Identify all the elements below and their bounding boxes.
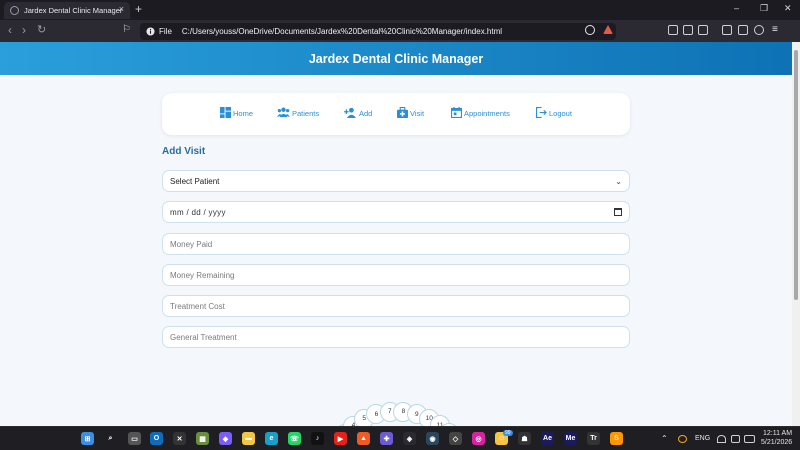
ghost-icon[interactable]: ☗ (518, 432, 531, 445)
tab-title: Jardex Dental Clinic Manager (24, 6, 123, 15)
nav-patients[interactable]: Patients (277, 107, 319, 118)
visit-date-field[interactable]: mm / dd / yyyy (162, 201, 630, 223)
sidebar-icon[interactable] (722, 25, 732, 35)
share-icon[interactable] (698, 25, 708, 35)
clock-date[interactable]: 5/21/2026 (761, 439, 792, 446)
instagram-icon[interactable]: ◎ (472, 432, 485, 445)
file-explorer-icon[interactable]: ▬ (242, 432, 255, 445)
language-indicator[interactable]: ENG (695, 435, 710, 442)
volume-icon[interactable] (731, 435, 740, 443)
outlook-icon[interactable]: O (150, 432, 163, 445)
section-title: Add Visit (162, 146, 206, 157)
close-window-button[interactable]: ✕ (784, 3, 792, 14)
forward-icon[interactable]: › (22, 24, 26, 36)
patient-select[interactable]: Select Patient ⌄ (162, 170, 630, 192)
dashboard-icon (220, 107, 231, 118)
nav-logout[interactable]: Logout (536, 107, 572, 118)
game-icon[interactable]: ◈ (403, 432, 416, 445)
scrollbar-thumb[interactable] (794, 50, 798, 300)
money-paid-input[interactable] (162, 233, 630, 255)
user-plus-icon (344, 107, 356, 118)
media-encoder-icon[interactable]: Me (564, 432, 577, 445)
battery-icon[interactable] (744, 435, 755, 443)
url-scheme: File (159, 27, 172, 36)
steam-icon[interactable]: ◉ (426, 432, 439, 445)
bookmark-icon[interactable]: ⚐ (122, 24, 131, 36)
main-nav: Home Patients Add Visit Appointments Log… (162, 93, 630, 135)
task-view-icon[interactable]: ▭ (128, 432, 141, 445)
after-effects-icon[interactable]: Ae (541, 432, 554, 445)
calendar-icon (451, 107, 462, 118)
url-text: C:/Users/youss/OneDrive/Documents/Jardex… (181, 27, 503, 36)
notification-badge: 99 (503, 430, 513, 436)
leo-icon[interactable] (754, 25, 764, 35)
search-icon[interactable]: ⌕ (104, 432, 117, 445)
chevron-down-icon: ⌄ (615, 176, 622, 186)
page-scrollbar[interactable] (792, 42, 800, 426)
nav-add-label: Add (359, 109, 373, 118)
browser-tab[interactable]: Jardex Dental Clinic Manager × (4, 2, 130, 19)
nav-home[interactable]: Home (220, 107, 253, 118)
nav-patients-label: Patients (292, 109, 320, 118)
extension-icon[interactable] (668, 25, 678, 35)
nav-logout-label: Logout (549, 109, 572, 118)
web-page: Jardex Dental Clinic Manager Home Patien… (0, 42, 792, 426)
controller-icon[interactable]: ✚ (380, 432, 393, 445)
users-icon (277, 107, 290, 118)
app-icon[interactable]: ✕ (173, 432, 186, 445)
text-icon[interactable]: Tr (587, 432, 600, 445)
info-icon (146, 27, 155, 36)
clock-time[interactable]: 12:11 AM (763, 430, 792, 437)
puzzle-icon[interactable] (683, 25, 693, 35)
nav-visit-label: Visit (410, 109, 425, 118)
shield-icon[interactable] (585, 25, 595, 35)
browser-tab-bar: Jardex Dental Clinic Manager × + – ❐ ✕ (0, 0, 800, 20)
treatment-cost-input[interactable] (162, 295, 630, 317)
tab-close-button[interactable]: × (119, 4, 124, 14)
tiktok-icon[interactable]: ♪ (311, 432, 324, 445)
wallet-icon[interactable] (738, 25, 748, 35)
logout-icon (536, 107, 547, 118)
copilot-icon[interactable]: ◆ (219, 432, 232, 445)
visit-date-value: mm / dd / yyyy (170, 207, 226, 217)
brave-icon[interactable]: ▲ (357, 432, 370, 445)
minecraft-icon[interactable]: ▦ (196, 432, 209, 445)
globe-icon (10, 6, 19, 15)
new-tab-button[interactable]: + (135, 2, 142, 16)
taskbar: ⊞ ⌕ ▭ O ✕ ▦ ◆ ▬ e ☏ ♪ ▶ ▲ ✚ ◈ ◉ ◇ ◎ ☺ ☗ Ae Me Tr S 99 ⌃ ENG 12:1… (0, 426, 800, 450)
nav-appointments-label: Appointments (464, 109, 510, 118)
edge-icon[interactable]: e (265, 432, 278, 445)
medical-bag-icon (397, 107, 408, 118)
back-icon[interactable]: ‹ (8, 24, 12, 36)
patient-select-value: Select Patient (170, 176, 220, 186)
app-header: Jardex Dental Clinic Manager (0, 42, 792, 75)
restore-button[interactable]: ❐ (760, 3, 768, 14)
nav-home-label: Home (233, 109, 254, 118)
youtube-icon[interactable]: ▶ (334, 432, 347, 445)
nav-appointments[interactable]: Appointments (451, 107, 510, 118)
sublime-icon[interactable]: S (610, 432, 623, 445)
start-icon[interactable]: ⊞ (81, 432, 94, 445)
whatsapp-icon[interactable]: ☏ (288, 432, 301, 445)
minimize-button[interactable]: – (734, 3, 739, 13)
wifi-icon[interactable] (717, 435, 726, 443)
menu-icon[interactable]: ≡ (772, 24, 778, 36)
general-treatment-input[interactable] (162, 326, 630, 348)
reload-icon[interactable]: ↻ (37, 24, 46, 36)
date-picker-icon[interactable] (614, 208, 622, 216)
security-tray-icon[interactable] (678, 435, 687, 443)
tray-overflow-icon[interactable]: ⌃ (661, 434, 668, 443)
browser-toolbar: ‹ › ↻ ⚐ File C:/Users/youss/OneDrive/Doc… (0, 20, 800, 42)
money-remaining-input[interactable] (162, 264, 630, 286)
rewards-icon[interactable] (603, 25, 613, 34)
nav-visit[interactable]: Visit (397, 107, 424, 118)
address-bar[interactable]: File C:/Users/youss/OneDrive/Documents/J… (140, 23, 616, 40)
unity-icon[interactable]: ◇ (449, 432, 462, 445)
nav-add[interactable]: Add (344, 107, 372, 118)
app-title: Jardex Dental Clinic Manager (308, 51, 484, 66)
